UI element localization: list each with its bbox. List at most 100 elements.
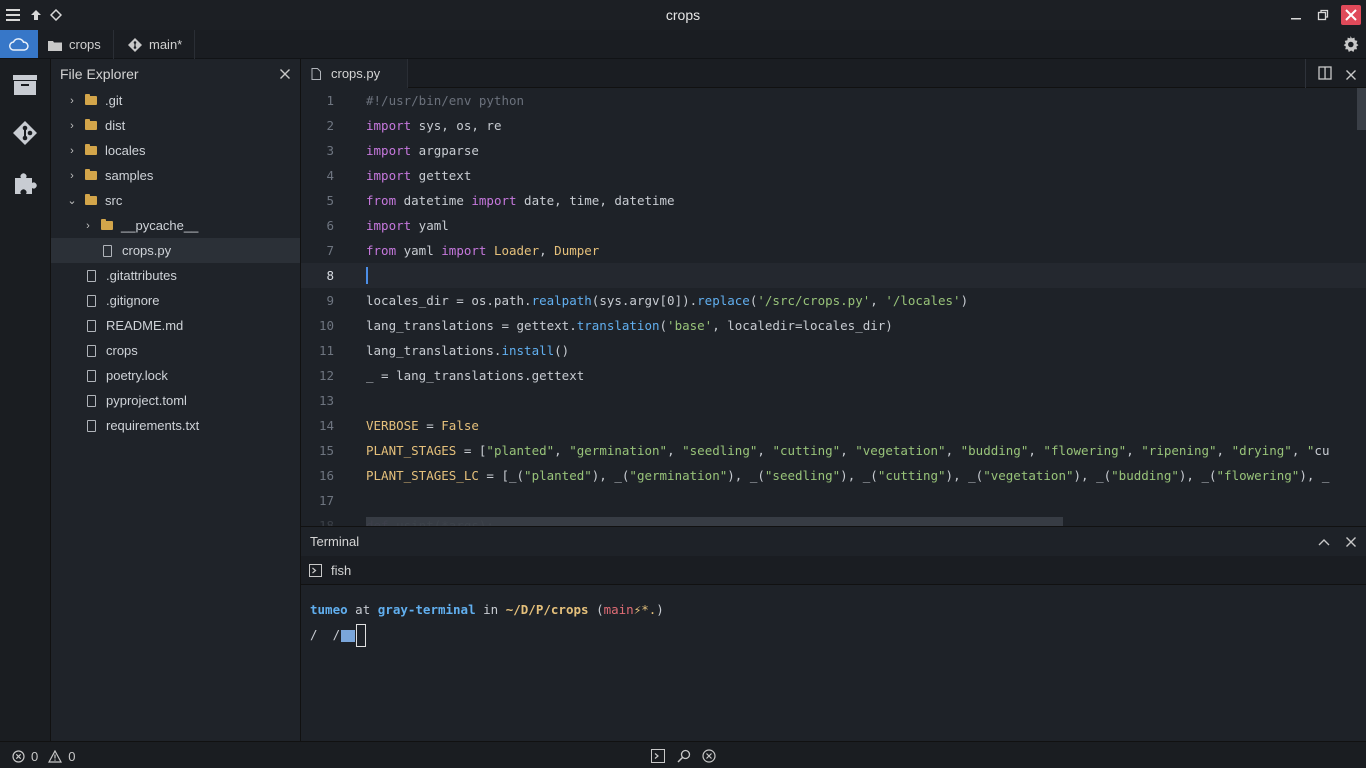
restore-icon[interactable] — [1314, 6, 1332, 24]
code-text: from datetime import date, time, datetim… — [366, 193, 675, 208]
file-icon — [311, 67, 321, 80]
code-area[interactable]: 1 #!/usr/bin/env python 2 import sys, os, r… — [301, 88, 1366, 526]
file-icon — [87, 344, 96, 357]
status-terminal-icon[interactable] — [651, 749, 665, 766]
tab-crops-py[interactable]: crops.py — [301, 59, 408, 88]
prompt-user: tumeo — [310, 602, 348, 617]
editor-tabs: crops.py — [301, 59, 1366, 88]
extensions-puzzle-icon[interactable] — [10, 168, 40, 198]
project-bar: crops main* — [0, 30, 1366, 59]
code-line[interactable]: 11 lang_translations.install() — [301, 338, 1366, 363]
code-line[interactable]: 16 PLANT_STAGES_LC = [_("planted"), _("ge… — [301, 463, 1366, 488]
status-problems-icon[interactable] — [702, 749, 716, 766]
code-line[interactable]: 2 import sys, os, re — [301, 113, 1366, 138]
code-line[interactable]: 17 — [301, 488, 1366, 513]
tree-folder[interactable]: › __pycache__ — [51, 213, 300, 238]
code-line[interactable]: 6 import yaml — [301, 213, 1366, 238]
tree-file[interactable]: crops.py — [51, 238, 300, 263]
warning-count-value: 0 — [68, 749, 76, 764]
chevron-right-icon: › — [70, 169, 74, 182]
settings-gear-icon[interactable] — [1342, 36, 1359, 58]
tree-file[interactable]: .gitignore — [51, 288, 300, 313]
tree-folder[interactable]: › locales — [51, 138, 300, 163]
tree-file[interactable]: crops — [51, 338, 300, 363]
split-editor-icon[interactable] — [1318, 66, 1332, 85]
close-terminal-icon[interactable] — [1345, 536, 1357, 548]
tree-folder[interactable]: › samples — [51, 163, 300, 188]
line-number: 12 — [318, 368, 334, 383]
line-number: 15 — [318, 443, 334, 458]
tree-item-label: pyproject.toml — [106, 393, 187, 408]
branch-tab[interactable]: main* — [118, 30, 196, 59]
file-explorer-icon[interactable] — [10, 69, 40, 99]
chevron-right-icon: › — [86, 219, 90, 232]
tree-item-label: crops.py — [122, 243, 172, 258]
line-number: 9 — [326, 293, 334, 308]
code-line[interactable]: 7 from yaml import Loader, Dumper — [301, 238, 1366, 263]
terminal-input-line[interactable]: / / — [310, 622, 664, 647]
code-text: lang_translations.install() — [366, 343, 570, 358]
tree-file[interactable]: requirements.txt — [51, 413, 300, 438]
line-number: 5 — [326, 193, 334, 208]
prompt-branch-open: ( — [596, 602, 604, 617]
close-icon — [1345, 9, 1357, 21]
cloud-button[interactable] — [0, 30, 38, 58]
code-line[interactable]: 8 — [301, 263, 1366, 288]
tree-folder[interactable]: › .git — [51, 88, 300, 113]
editor-horizontal-scrollbar[interactable] — [366, 517, 1063, 526]
prompt-path: ~/D/P/crops — [505, 602, 589, 617]
terminal-tab-fish[interactable]: fish — [301, 556, 1366, 585]
git-icon[interactable] — [10, 118, 40, 148]
code-text: PLANT_STAGES = ["planted", "germination"… — [366, 443, 1330, 458]
chevron-right-icon: › — [70, 94, 74, 107]
project-tab[interactable]: crops — [38, 30, 114, 59]
file-icon — [87, 269, 96, 282]
editor-vertical-scrollbar[interactable] — [1357, 88, 1366, 130]
terminal-prompt-line: tumeo at gray-terminal in ~/D/P/crops (m… — [310, 597, 664, 622]
code-line[interactable]: 12 _ = lang_translations.gettext — [301, 363, 1366, 388]
code-line[interactable]: 15 PLANT_STAGES = ["planted", "germinatio… — [301, 438, 1366, 463]
error-count[interactable]: 0 0 — [12, 749, 75, 764]
tree-folder[interactable]: › dist — [51, 113, 300, 138]
tree-file[interactable]: .gitattributes — [51, 263, 300, 288]
code-line[interactable]: 14 VERBOSE = False — [301, 413, 1366, 438]
status-search-icon[interactable] — [677, 749, 691, 766]
folder-icon — [85, 169, 97, 180]
code-line[interactable]: 1 #!/usr/bin/env python — [301, 88, 1366, 113]
terminal-input: / / — [310, 627, 341, 642]
close-explorer-icon[interactable] — [279, 68, 291, 80]
prompt-branch-close: ) — [656, 602, 664, 617]
code-text: import gettext — [366, 168, 472, 183]
tree-file[interactable]: pyproject.toml — [51, 388, 300, 413]
tree-item-label: src — [105, 193, 123, 208]
minimize-icon[interactable] — [1287, 6, 1305, 24]
tree-file[interactable]: README.md — [51, 313, 300, 338]
close-editor-icon[interactable] — [1345, 68, 1357, 86]
code-line[interactable]: 4 import gettext — [301, 163, 1366, 188]
code-line[interactable]: 3 import argparse — [301, 138, 1366, 163]
code-line[interactable]: 10 lang_translations = gettext.translatio… — [301, 313, 1366, 338]
code-text: VERBOSE = False — [366, 418, 479, 433]
terminal-output[interactable]: tumeo at gray-terminal in ~/D/P/crops (m… — [310, 597, 664, 647]
line-number: 8 — [326, 268, 334, 283]
error-count-value: 0 — [31, 749, 39, 764]
line-number: 13 — [318, 393, 334, 408]
cloud-icon — [9, 37, 29, 51]
tree-folder[interactable]: ⌄ src — [51, 188, 300, 213]
project-name: crops — [69, 37, 101, 52]
window-title: crops — [665, 7, 701, 23]
code-text: _ = lang_translations.gettext — [366, 368, 585, 383]
code-line[interactable]: 5 from datetime import date, time, dateti… — [301, 188, 1366, 213]
code-line[interactable]: 9 locales_dir = os.path.realpath(sys.argv… — [301, 288, 1366, 313]
tree-file[interactable]: poetry.lock — [51, 363, 300, 388]
chevron-up-icon[interactable] — [1318, 538, 1330, 546]
folder-icon — [85, 194, 97, 205]
code-line[interactable]: 13 — [301, 388, 1366, 413]
terminal-icon — [309, 563, 322, 577]
terminal-header: Terminal — [301, 527, 1366, 556]
prompt-branch: main — [603, 602, 634, 617]
window-close-button[interactable] — [1341, 5, 1361, 25]
tree-item-label: .gitignore — [106, 293, 160, 308]
file-icon — [87, 419, 96, 432]
file-icon — [87, 294, 96, 307]
